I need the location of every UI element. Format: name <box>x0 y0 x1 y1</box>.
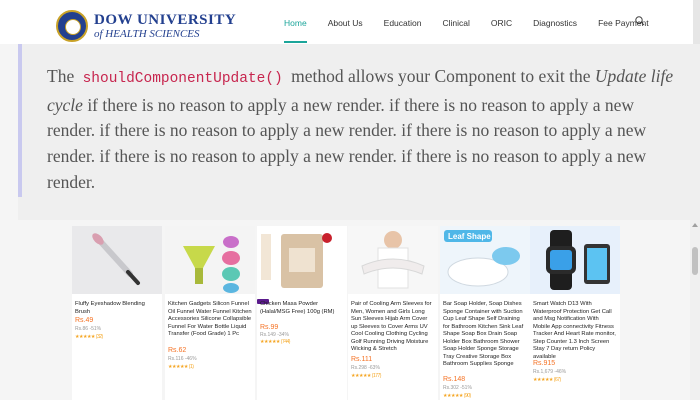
product-card[interactable]: Smart Watch D13 With Waterproof Protecti… <box>530 226 620 400</box>
quote-prefix: The <box>47 66 75 86</box>
product-price: Rs.111 <box>351 356 373 363</box>
quote-rest: if there is no reason to apply a new ren… <box>47 94 647 192</box>
product-price: Rs.148 <box>443 376 466 383</box>
banner-label: Leaf Shape <box>448 232 491 241</box>
quote-accent-bar <box>18 44 22 197</box>
product-old-price: Rs.149 -34% <box>260 332 289 338</box>
product-title[interactable]: Kitchen Gadgets Silicon Funnel Oil Funne… <box>168 301 252 339</box>
product-card[interactable]: Fluffy Eyeshadow Blending Brush Rs.49 Rs… <box>72 226 162 400</box>
university-logo[interactable]: DOW UNIVERSITY of HEALTH SCIENCES <box>56 10 236 42</box>
product-title[interactable]: Bar Soap Holder, Soap Dishes Sponge Cont… <box>443 301 527 369</box>
scroll-up-arrow-icon[interactable] <box>692 222 698 227</box>
product-old-price: Rs.302 -51% <box>443 385 472 391</box>
product-title[interactable]: Fluffy Eyeshadow Blending Brush <box>75 301 159 316</box>
product-carousel: Fluffy Eyeshadow Blending Brush Rs.49 Rs… <box>0 220 700 400</box>
product-title[interactable]: Chicken Masa Powder (Halal/MSG Free) 100… <box>260 301 344 316</box>
product-title[interactable]: Pair of Cooling Arm Sleeves for Men, Wom… <box>351 301 435 354</box>
scrollbar-thumb[interactable] <box>692 247 698 275</box>
product-image-brush <box>72 226 162 294</box>
product-image-arm-sleeves <box>348 226 438 294</box>
product-rating: ★★★★★ (32) <box>75 334 103 340</box>
search-icon[interactable] <box>634 15 646 27</box>
page-root: DOW UNIVERSITY of HEALTH SCIENCES Home A… <box>0 0 700 400</box>
product-price: Rs.99 <box>260 324 279 331</box>
product-old-price: Rs.116 -46% <box>168 356 197 362</box>
product-price: Rs.62 <box>168 347 187 354</box>
main-nav: Home About Us Education Clinical ORIC Di… <box>284 0 670 44</box>
product-card[interactable]: Chicken Masa Powder (Halal/MSG Free) 100… <box>257 226 347 400</box>
window-edge <box>693 0 700 44</box>
quote-middle: method allows your Component to exit the <box>291 66 591 86</box>
logo-subtitle: of HEALTH SCIENCES <box>94 28 200 40</box>
product-old-price: Rs.1,679 -46% <box>533 369 567 375</box>
product-image-soap-holder: Leaf Shape <box>440 226 530 294</box>
product-title[interactable]: Smart Watch D13 With Waterproof Protecti… <box>533 301 617 361</box>
university-seal-icon <box>56 10 88 42</box>
nav-item-about-us[interactable]: About Us <box>328 0 363 28</box>
site-header: DOW UNIVERSITY of HEALTH SCIENCES Home A… <box>0 0 700 44</box>
product-old-price: Rs.86 -51% <box>75 326 102 332</box>
logo-title: DOW UNIVERSITY <box>94 12 237 28</box>
product-old-price: Rs.298 -63% <box>351 365 380 371</box>
product-card[interactable]: Pair of Cooling Arm Sleeves for Men, Wom… <box>348 226 438 400</box>
product-card[interactable]: Kitchen Gadgets Silicon Funnel Oil Funne… <box>165 226 255 400</box>
product-rating: ★★★★★ (67) <box>533 377 561 383</box>
product-rating: ★★★★★ (90) <box>443 393 471 399</box>
nav-item-education[interactable]: Education <box>384 0 422 28</box>
code-tooltip-box: The shouldComponentUpdate() method allow… <box>18 44 700 220</box>
product-rating: ★★★★★ (744) <box>260 339 290 345</box>
quote-text: The shouldComponentUpdate() method allow… <box>47 64 677 196</box>
product-rating: ★★★★★ (177) <box>351 373 381 379</box>
inline-code: shouldComponentUpdate() <box>82 71 283 87</box>
product-rating: ★★★★★ (1) <box>168 364 194 370</box>
nav-item-home[interactable]: Home <box>284 0 307 43</box>
nav-item-oric[interactable]: ORIC <box>491 0 512 28</box>
product-price: Rs.49 <box>75 317 94 324</box>
nav-item-diagnostics[interactable]: Diagnostics <box>533 0 577 28</box>
product-image-masala <box>257 226 347 294</box>
product-image-smart-watch <box>530 226 620 294</box>
product-price: Rs.915 <box>533 360 556 367</box>
product-image-funnel <box>165 226 255 294</box>
product-card[interactable]: Leaf Shape Bar Soap Holder, Soap Dishes … <box>440 226 530 400</box>
nav-item-clinical[interactable]: Clinical <box>442 0 469 28</box>
